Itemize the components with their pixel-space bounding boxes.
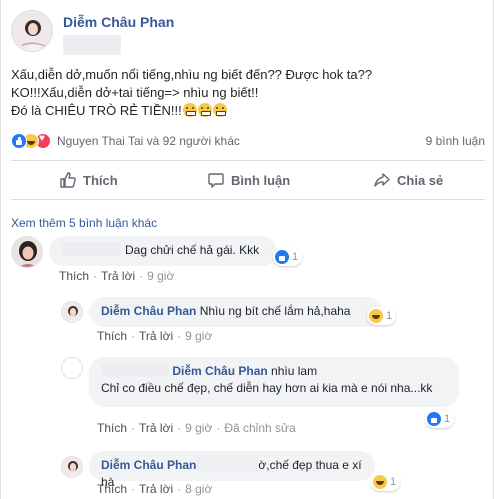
- comment-text: Dag chửi chế hả gái. Kkk: [125, 243, 260, 257]
- comment-like-link[interactable]: Thích: [59, 269, 89, 283]
- reply-author-avatar-blank[interactable]: [61, 357, 83, 379]
- like-button[interactable]: Thích: [59, 171, 118, 189]
- comment-button-label: Bình luận: [231, 172, 291, 188]
- post-meta-redacted: [63, 35, 121, 55]
- comment-time[interactable]: 9 giờ: [147, 269, 174, 283]
- grin-emoji-icon: [212, 103, 227, 117]
- post-line: Xấu,diễn dở,muốn nổi tiếng,nhìu ng biết …: [11, 67, 373, 82]
- thumbs-up-icon: [60, 172, 76, 188]
- post-line-last: Đó là CHIÊU TRÒ RẺ TIỀN!!!: [11, 102, 481, 120]
- post-body: Xấu,diễn dở,muốn nổi tiếng,nhìu ng biết …: [11, 66, 481, 120]
- share-button[interactable]: Chia sẻ: [373, 171, 443, 189]
- share-icon: [374, 173, 390, 187]
- like-icon[interactable]: [11, 133, 27, 149]
- mention-link[interactable]: Diễm Châu Phan: [172, 364, 267, 378]
- reply-bubble: Diễm Châu Phan Nhìu ng bít chế lắm hả,ha…: [89, 297, 383, 327]
- edited-label[interactable]: Đã chỉnh sửa: [224, 421, 295, 435]
- mention-redacted: [196, 457, 259, 471]
- reply-reply-link[interactable]: Trả lời: [139, 482, 173, 496]
- reply-like-link[interactable]: Thích: [97, 482, 127, 496]
- view-more-comments-link[interactable]: Xem thêm 5 bình luận khác: [11, 216, 157, 230]
- reply-like-link[interactable]: Thích: [97, 421, 127, 435]
- like-button-label: Thích: [83, 172, 118, 188]
- author-name[interactable]: Diễm Châu Phan: [63, 14, 174, 30]
- reply-meta: Thích · Trả lời · 9 giờ · Đã chỉnh sửa: [97, 421, 296, 435]
- like-icon: [427, 412, 441, 426]
- comment-button[interactable]: Bình luận: [207, 171, 290, 189]
- reply-reply-link[interactable]: Trả lời: [139, 421, 173, 435]
- reply-meta: Thích · Trả lời · 8 giờ: [97, 482, 213, 496]
- post-line: KO!!!Xấu,diễn dở+tai tiếng=> nhìu ng biế…: [11, 85, 259, 100]
- reactions-summary: Nguyen Thai Tai và 92 người khác 9 bình …: [11, 131, 485, 151]
- reply-author-redacted: [101, 364, 169, 377]
- reply-first-line: Diễm Châu Phan nhìu lam: [101, 363, 447, 380]
- like-icon: [275, 250, 289, 264]
- reply-time[interactable]: 8 giờ: [185, 482, 212, 496]
- reply-text: Nhìu ng bít chế lắm hả,haha: [199, 304, 351, 318]
- reply-author-name[interactable]: Diễm Châu Phan: [101, 458, 196, 472]
- reply-time[interactable]: 9 giờ: [185, 421, 212, 435]
- reply-bubble: Diễm Châu Phan nhìu lam Chỉ co điều chế …: [89, 357, 459, 407]
- commenter-avatar[interactable]: [11, 236, 43, 268]
- commenter-name-redacted: [61, 242, 121, 256]
- reply-like-link[interactable]: Thích: [97, 329, 127, 343]
- haha-icon: [369, 309, 383, 323]
- comment-count-link[interactable]: 9 bình luận: [426, 134, 485, 148]
- reaction-count: 1: [386, 310, 393, 322]
- comment-reaction-badge[interactable]: 1: [273, 248, 303, 266]
- reply-meta: Thích · Trả lời · 9 giờ: [97, 329, 213, 343]
- action-bar: Thích Bình luận Chia sẻ: [11, 160, 485, 200]
- haha-icon: [373, 475, 387, 489]
- comment-reply-link[interactable]: Trả lời: [101, 269, 135, 283]
- reply-author-avatar[interactable]: [61, 456, 83, 478]
- comment-bubble: Dag chửi chế hả gái. Kkk: [49, 236, 277, 266]
- reply-author-avatar[interactable]: [61, 301, 83, 323]
- grin-emoji-icon: [197, 103, 212, 117]
- reaction-count: 1: [292, 251, 299, 263]
- reply-reaction-badge[interactable]: 1: [371, 473, 401, 491]
- author-avatar[interactable]: [11, 10, 53, 52]
- grin-emoji-icon: [182, 103, 197, 117]
- reaction-names-link[interactable]: Nguyen Thai Tai và 92 người khác: [57, 134, 240, 148]
- share-button-label: Chia sẻ: [397, 172, 444, 188]
- reply-reply-link[interactable]: Trả lời: [139, 329, 173, 343]
- reply-text: Chỉ co điều chế đẹp, chế diễn hay hơn ai…: [101, 381, 433, 395]
- reply-inline-text: nhìu lam: [271, 364, 318, 378]
- comment-icon: [208, 173, 224, 188]
- comment-meta: Thích · Trả lời · 9 giờ: [59, 269, 175, 283]
- reply-bubble: Diễm Châu Phan ờ,chế đẹp thua e xí hà: [89, 451, 375, 489]
- reply-author-name[interactable]: Diễm Châu Phan: [101, 304, 196, 318]
- reply-reaction-badge[interactable]: 1: [367, 307, 397, 325]
- reaction-count: 1: [444, 413, 451, 425]
- reply-time[interactable]: 9 giờ: [185, 329, 212, 343]
- reaction-count: 1: [390, 476, 397, 488]
- reply-reaction-badge[interactable]: 1: [425, 410, 455, 428]
- facebook-post: Diễm Châu Phan Xấu,diễn dở,muốn nổi tiến…: [0, 0, 494, 499]
- post-line-text: Đó là CHIÊU TRÒ RẺ TIỀN!!!: [11, 103, 182, 118]
